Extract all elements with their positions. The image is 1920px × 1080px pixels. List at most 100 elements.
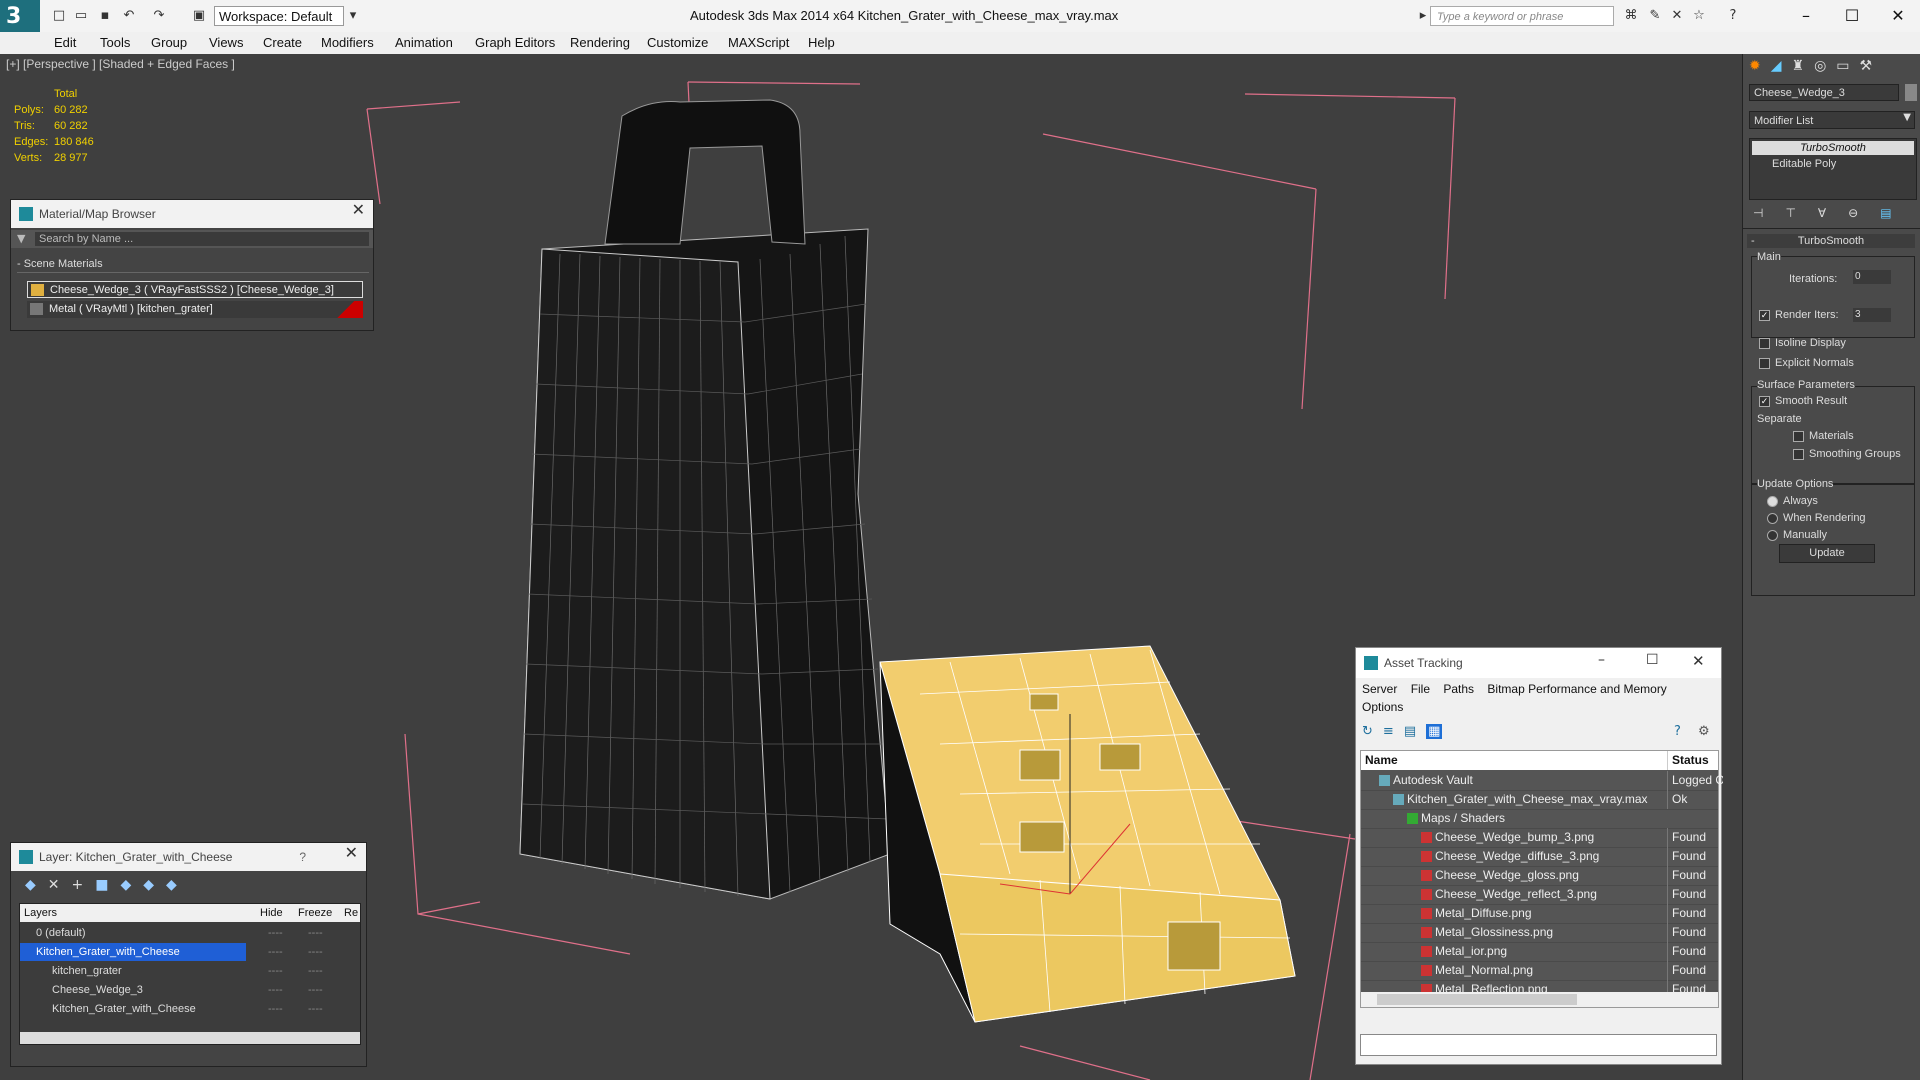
asset-path-field[interactable]: [1360, 1034, 1717, 1056]
update-when-rendering-radio[interactable]: [1767, 513, 1778, 524]
save-icon[interactable]: ▪: [96, 7, 114, 25]
open-file-icon[interactable]: ▭: [72, 7, 90, 25]
utilities-tab-icon[interactable]: ⚒: [1860, 58, 1883, 74]
column-name[interactable]: Name: [1365, 751, 1398, 770]
menu-tools[interactable]: Tools: [100, 34, 130, 52]
chevron-down-icon[interactable]: ▾: [344, 7, 362, 25]
separate-smoothing-checkbox[interactable]: [1793, 449, 1804, 460]
list-view-icon[interactable]: ≡: [1383, 724, 1404, 739]
add-layer-icon[interactable]: ◆: [25, 877, 48, 893]
object-name-field[interactable]: Cheese_Wedge_3: [1749, 84, 1899, 101]
asset-row[interactable]: Metal_ior.png Found: [1361, 942, 1718, 962]
asset-horizontal-scrollbar[interactable]: [1361, 992, 1718, 1007]
asset-menu-bitmap-performance[interactable]: Bitmap Performance and Memory: [1487, 682, 1666, 696]
favorites-star-icon[interactable]: ☆: [1690, 7, 1708, 25]
close-icon[interactable]: ✕: [352, 200, 365, 219]
new-file-icon[interactable]: □: [50, 7, 68, 25]
smooth-result-checkbox[interactable]: ✓: [1759, 396, 1770, 407]
configure-sets-icon[interactable]: ▤: [1880, 206, 1913, 220]
asset-row[interactable]: Cheese_Wedge_bump_3.png Found: [1361, 828, 1718, 848]
menu-graph-editors[interactable]: Graph Editors: [475, 34, 555, 52]
object-color-swatch[interactable]: [1905, 84, 1917, 101]
isoline-display-checkbox[interactable]: [1759, 338, 1770, 349]
help-icon[interactable]: ?: [299, 843, 306, 871]
search-input[interactable]: Type a keyword or phrase: [1430, 6, 1614, 26]
column-hide[interactable]: Hide: [260, 904, 283, 922]
remove-modifier-icon[interactable]: ⊖: [1848, 206, 1880, 220]
layer-hide-toggle[interactable]: ----: [268, 962, 283, 980]
tree-view-icon[interactable]: ▤: [1404, 724, 1426, 739]
undo-icon[interactable]: ↶: [120, 7, 138, 25]
layer-freeze-toggle[interactable]: ----: [308, 981, 323, 999]
close-button[interactable]: ✕: [1878, 4, 1918, 28]
separate-materials-checkbox[interactable]: [1793, 431, 1804, 442]
asset-row[interactable]: Cheese_Wedge_gloss.png Found: [1361, 866, 1718, 886]
render-iters-checkbox[interactable]: ✓: [1759, 310, 1770, 321]
highlight-layer-icon[interactable]: ◆: [120, 877, 143, 893]
layer-panel-title-bar[interactable]: Layer: Kitchen_Grater_with_Cheese ? ✕: [11, 843, 366, 871]
settings-icon[interactable]: ⚙: [1698, 724, 1710, 739]
menu-maxscript[interactable]: MAXScript: [728, 34, 789, 52]
asset-row[interactable]: Metal_Diffuse.png Found: [1361, 904, 1718, 924]
options-dropdown-icon[interactable]: ▼: [17, 232, 25, 245]
column-render[interactable]: Re: [344, 904, 358, 922]
make-unique-icon[interactable]: ∀: [1818, 206, 1848, 220]
material-item-metal[interactable]: Metal ( VRayMtl ) [kitchen_grater]: [27, 301, 363, 318]
help-icon[interactable]: ?: [1674, 724, 1681, 739]
column-layers[interactable]: Layers: [24, 904, 57, 922]
asset-row[interactable]: Autodesk Vault Logged O: [1361, 771, 1723, 791]
close-button[interactable]: ✕: [1692, 652, 1705, 670]
asset-menu-options[interactable]: Options: [1362, 700, 1403, 714]
layer-hide-toggle[interactable]: ----: [268, 924, 283, 942]
material-item-cheese[interactable]: Cheese_Wedge_3 ( VRayFastSSS2 ) [Cheese_…: [27, 281, 363, 298]
layer-freeze-toggle[interactable]: ----: [308, 962, 323, 980]
iterations-spinner[interactable]: 0: [1853, 270, 1891, 284]
asset-row[interactable]: Kitchen_Grater_with_Cheese_max_vray.max O…: [1361, 790, 1718, 810]
delete-layer-icon[interactable]: ✕: [48, 877, 72, 893]
layer-freeze-toggle[interactable]: ----: [308, 1000, 323, 1018]
asset-row[interactable]: Cheese_Wedge_diffuse_3.png Found: [1361, 847, 1718, 867]
select-objects-icon[interactable]: ■: [95, 877, 120, 893]
hide-all-icon[interactable]: ◆: [143, 877, 166, 893]
layer-row[interactable]: 0 (default) ---- ----: [20, 924, 360, 942]
menu-modifiers[interactable]: Modifiers: [321, 34, 374, 52]
render-iters-spinner[interactable]: 3: [1853, 308, 1891, 322]
asset-title-bar[interactable]: Asset Tracking – ☐ ✕: [1356, 648, 1721, 678]
asset-row[interactable]: Metal_Normal.png Found: [1361, 961, 1718, 981]
modifier-list-dropdown[interactable]: Modifier List ▼: [1749, 111, 1915, 129]
asset-row[interactable]: Metal_Glossiness.png Found: [1361, 923, 1718, 943]
close-icon[interactable]: ✕: [345, 843, 358, 862]
scrollbar-thumb[interactable]: [1377, 994, 1577, 1005]
layer-hide-toggle[interactable]: ----: [268, 1000, 283, 1018]
column-status[interactable]: Status: [1667, 751, 1709, 770]
explicit-normals-checkbox[interactable]: [1759, 358, 1770, 369]
material-browser-title-bar[interactable]: Material/Map Browser ✕: [11, 200, 373, 228]
workspace-dropdown[interactable]: Workspace: Default: [214, 6, 344, 26]
update-manually-radio[interactable]: [1767, 530, 1778, 541]
layer-horizontal-scrollbar[interactable]: [20, 1032, 360, 1044]
freeze-all-icon[interactable]: ◆: [166, 877, 189, 893]
menu-rendering[interactable]: Rendering: [570, 34, 630, 52]
layer-hide-toggle[interactable]: ----: [268, 943, 283, 961]
layer-hide-toggle[interactable]: ----: [268, 981, 283, 999]
menu-customize[interactable]: Customize: [647, 34, 708, 52]
motion-tab-icon[interactable]: ◎: [1814, 58, 1836, 74]
modify-tab-icon[interactable]: ◢: [1771, 58, 1792, 74]
viewport-label[interactable]: [+] [Perspective ] [Shaded + Edged Faces…: [6, 57, 235, 71]
display-tab-icon[interactable]: ▭: [1836, 58, 1859, 74]
subscription-icon[interactable]: ✎: [1646, 7, 1664, 25]
menu-views[interactable]: Views: [209, 34, 243, 52]
table-view-icon[interactable]: ▦: [1426, 724, 1443, 739]
menu-edit[interactable]: Edit: [54, 34, 76, 52]
project-folder-icon[interactable]: ▣: [190, 7, 208, 25]
pin-stack-icon[interactable]: ⊣: [1753, 206, 1785, 220]
material-search-input[interactable]: Search by Name ...: [35, 232, 369, 246]
menu-create[interactable]: Create: [263, 34, 302, 52]
turbosmooth-rollout-header[interactable]: - TurboSmooth: [1747, 234, 1915, 248]
minimize-button[interactable]: –: [1786, 4, 1826, 28]
asset-menu-server[interactable]: Server: [1362, 682, 1397, 696]
hierarchy-tab-icon[interactable]: ♜: [1792, 58, 1815, 74]
update-button[interactable]: Update: [1779, 544, 1875, 563]
column-freeze[interactable]: Freeze: [298, 904, 332, 922]
layer-row[interactable]: Cheese_Wedge_3 ---- ----: [20, 981, 360, 999]
